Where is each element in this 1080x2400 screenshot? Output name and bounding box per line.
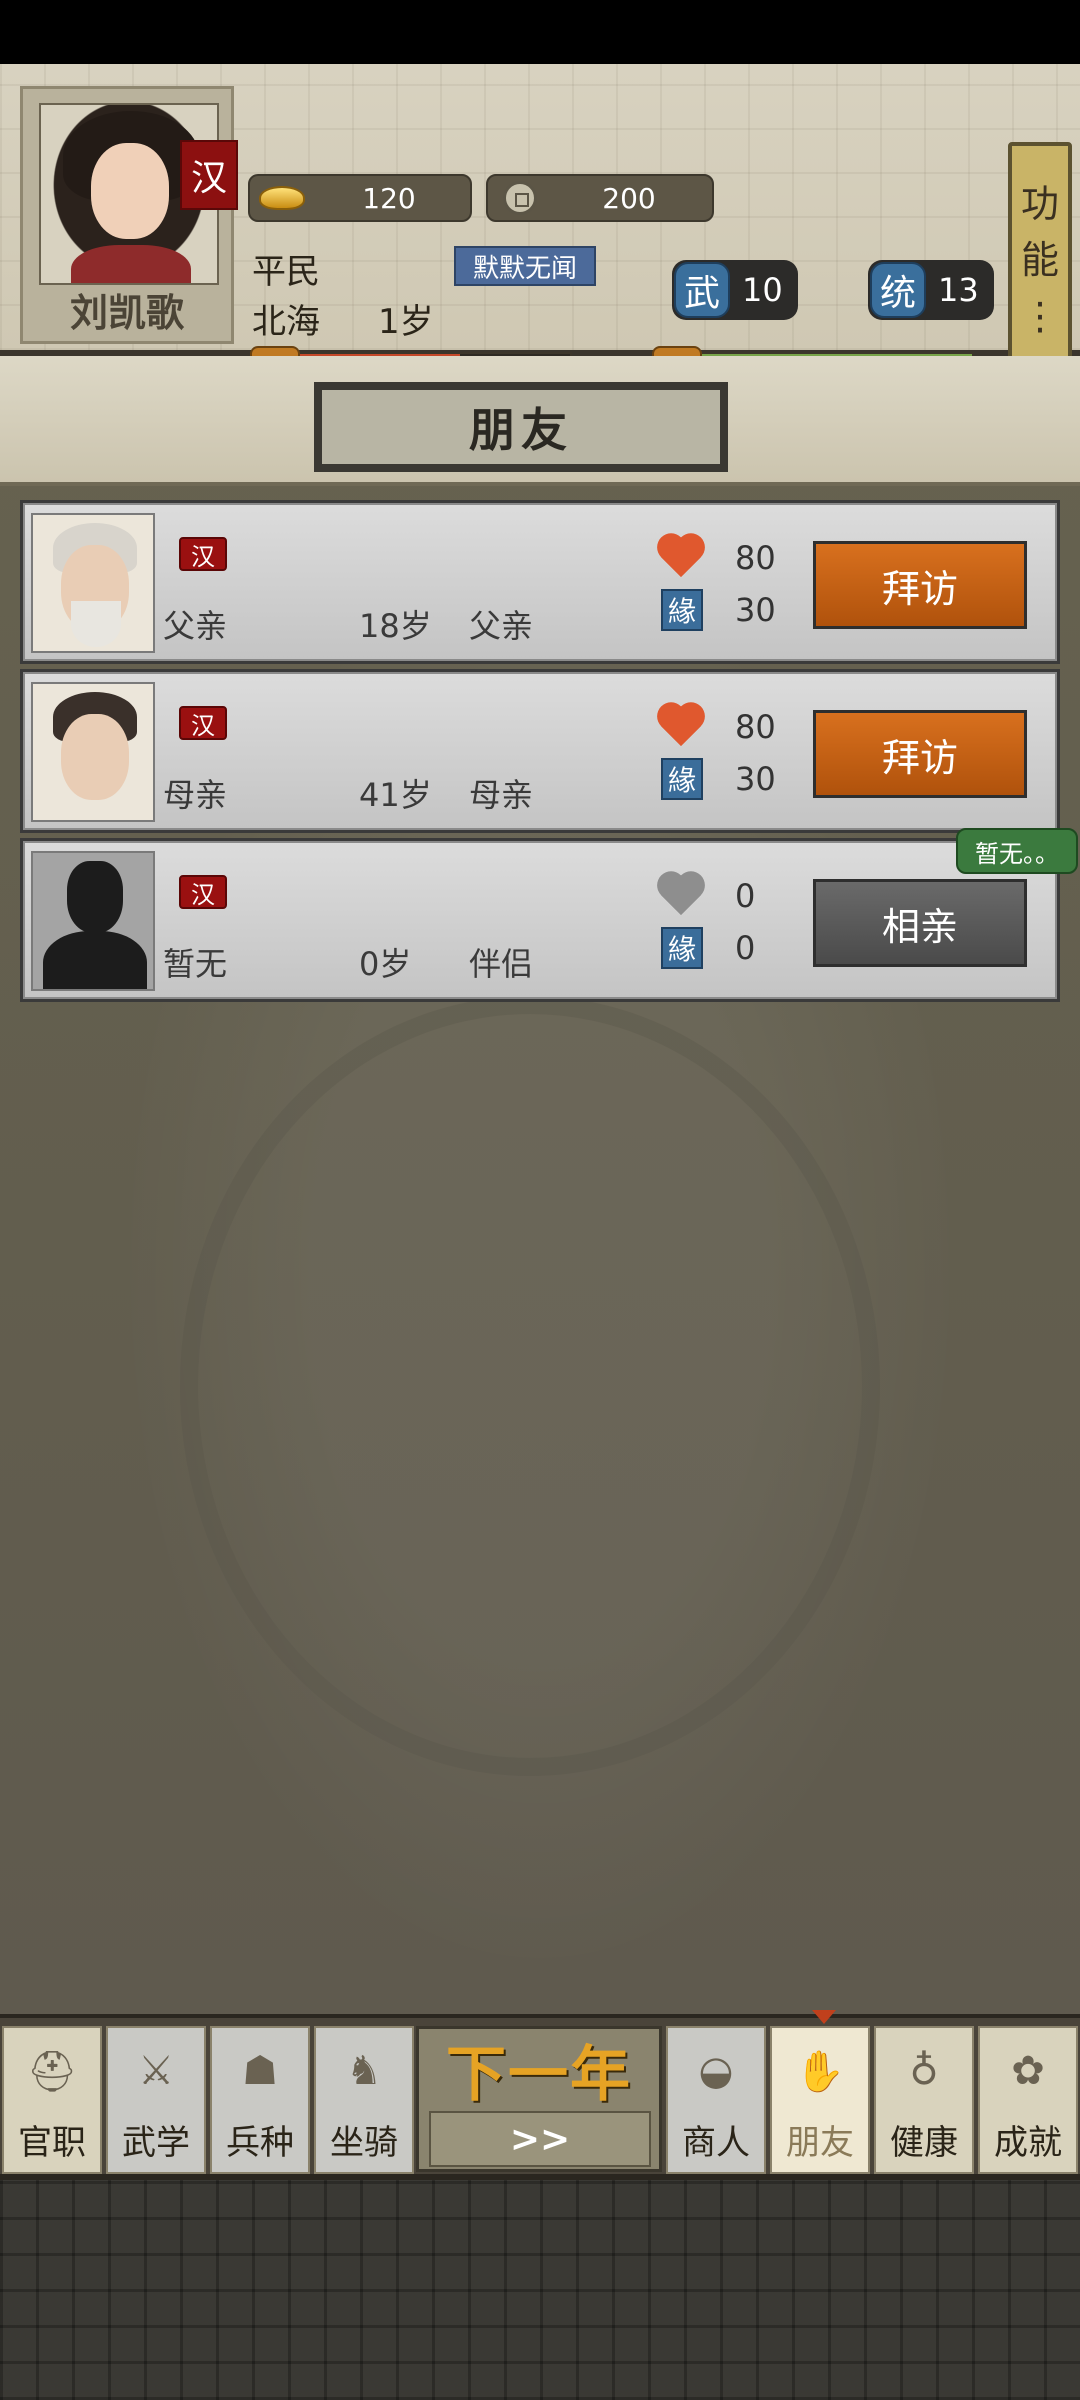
nav-merchant[interactable]: ◒ 商人	[666, 2026, 766, 2174]
friend-age: 0岁	[359, 945, 412, 983]
dragon-emblem-background	[180, 996, 880, 1776]
heart-icon	[655, 535, 707, 579]
affection-value: 80	[735, 708, 776, 746]
fate-value: 0	[735, 929, 756, 967]
nav-achievements[interactable]: ✿ 成就	[978, 2026, 1078, 2174]
command-stat: 统 13	[868, 260, 994, 320]
friend-relation: 伴侣	[469, 945, 534, 983]
coin-counter: 200	[486, 174, 714, 222]
friend-age: 41岁	[359, 776, 432, 814]
command-badge: 统	[870, 262, 926, 318]
nation-tag: 汉	[179, 537, 227, 571]
visit-button[interactable]: 拜访	[813, 710, 1027, 798]
footer-pattern	[0, 2180, 1080, 2400]
nav-label: 朋友	[786, 2123, 854, 2163]
fame-badge: 默默无闻	[454, 246, 596, 286]
gourd-icon: ♁	[909, 2048, 939, 2094]
fate-icon: 緣	[661, 589, 703, 631]
nav-martial-arts[interactable]: ⚔ 武学	[106, 2026, 206, 2174]
martial-value: 10	[742, 271, 783, 309]
woman-portrait	[31, 682, 155, 822]
nav-label: 坐骑	[330, 2123, 398, 2163]
elder-man-portrait	[31, 513, 155, 653]
map-icon: ✿	[1011, 2048, 1045, 2094]
friend-name: 母亲	[163, 776, 228, 814]
martial-stat: 武 10	[672, 260, 798, 320]
active-tab-marker-icon	[812, 2010, 836, 2024]
next-year-button[interactable]: 下一年 >>	[416, 2026, 662, 2172]
nav-official-post[interactable]: ⛑ 官职	[2, 2026, 102, 2174]
blind-date-button[interactable]: 相亲	[813, 879, 1027, 967]
player-rank: 平民	[252, 252, 320, 292]
friend-name: 父亲	[163, 607, 228, 645]
tooltip-bubble: 暂无。。	[956, 828, 1078, 874]
affection-value: 0	[735, 877, 756, 915]
page-title: 朋友	[314, 382, 728, 472]
player-header: 汉 刘凯歌 120 200 平民 默默无闻 北海 1岁 武 10 统 13 60…	[0, 64, 1080, 404]
copper-coin-icon	[494, 180, 546, 216]
nav-label: 武学	[122, 2123, 190, 2163]
martial-badge: 武	[674, 262, 730, 318]
nav-label: 官职	[18, 2123, 86, 2163]
function-label-2: 能	[1020, 238, 1059, 282]
gold-ingot-icon	[256, 180, 308, 216]
fate-icon: 緣	[661, 758, 703, 800]
fate-value: 30	[735, 760, 776, 798]
friend-card-father: 汉 父亲 18岁 父亲 80 緣 30 拜访	[20, 500, 1060, 664]
friends-panel: 朋友 汉 父亲 18岁 父亲 80 緣 30 拜访 汉 母亲 41岁 母亲 80…	[0, 356, 1080, 2014]
silver-ingot-icon: ◒	[698, 2048, 734, 2094]
more-icon: ⋮	[1021, 294, 1059, 338]
fate-value: 30	[735, 591, 776, 629]
horse-head-icon: ♞	[346, 2048, 382, 2094]
weapons-rack-icon: ⚔	[138, 2048, 174, 2094]
soldier-helmet-icon: ☗	[242, 2048, 278, 2094]
nav-health[interactable]: ♁ 健康	[874, 2026, 974, 2174]
nation-tag: 汉	[179, 875, 227, 909]
function-label-1: 功	[1020, 182, 1059, 226]
nav-label: 兵种	[226, 2123, 294, 2163]
silhouette-portrait	[31, 851, 155, 991]
advance-arrow-icon: >>	[429, 2111, 651, 2167]
nav-label: 商人	[682, 2123, 750, 2163]
friend-age: 18岁	[359, 607, 432, 645]
handshake-icon: ✋	[795, 2048, 845, 2095]
command-value: 13	[938, 271, 979, 309]
gold-counter: 120	[248, 174, 472, 222]
gold-value: 120	[362, 181, 416, 215]
coin-value: 200	[602, 181, 656, 215]
heart-icon	[655, 704, 707, 748]
status-bar	[0, 0, 1080, 64]
friend-card-mother: 汉 母亲 41岁 母亲 80 緣 30 拜访	[20, 669, 1060, 833]
nav-label: 成就	[994, 2123, 1062, 2163]
player-age: 1岁	[378, 302, 434, 342]
helmet-icon: ⛑	[26, 2048, 78, 2095]
nav-friends[interactable]: ✋ 朋友	[770, 2026, 870, 2174]
visit-button[interactable]: 拜访	[813, 541, 1027, 629]
player-location: 北海	[252, 302, 320, 342]
nation-tag: 汉	[179, 706, 227, 740]
friend-card-partner: 汉 暂无 0岁 伴侣 0 緣 0 相亲	[20, 838, 1060, 1002]
friend-relation: 父亲	[469, 607, 534, 645]
next-year-label: 下一年	[446, 2039, 632, 2110]
friend-relation: 母亲	[469, 776, 534, 814]
affection-value: 80	[735, 539, 776, 577]
player-name: 刘凯歌	[69, 291, 184, 335]
title-band: 朋友	[0, 356, 1080, 486]
nation-tag: 汉	[180, 140, 238, 210]
friend-name: 暂无	[163, 945, 228, 983]
nav-troops[interactable]: ☗ 兵种	[210, 2026, 310, 2174]
nav-label: 健康	[890, 2123, 958, 2163]
nav-mount[interactable]: ♞ 坐骑	[314, 2026, 414, 2174]
fate-icon: 緣	[661, 927, 703, 969]
heart-grey-icon	[655, 873, 707, 917]
